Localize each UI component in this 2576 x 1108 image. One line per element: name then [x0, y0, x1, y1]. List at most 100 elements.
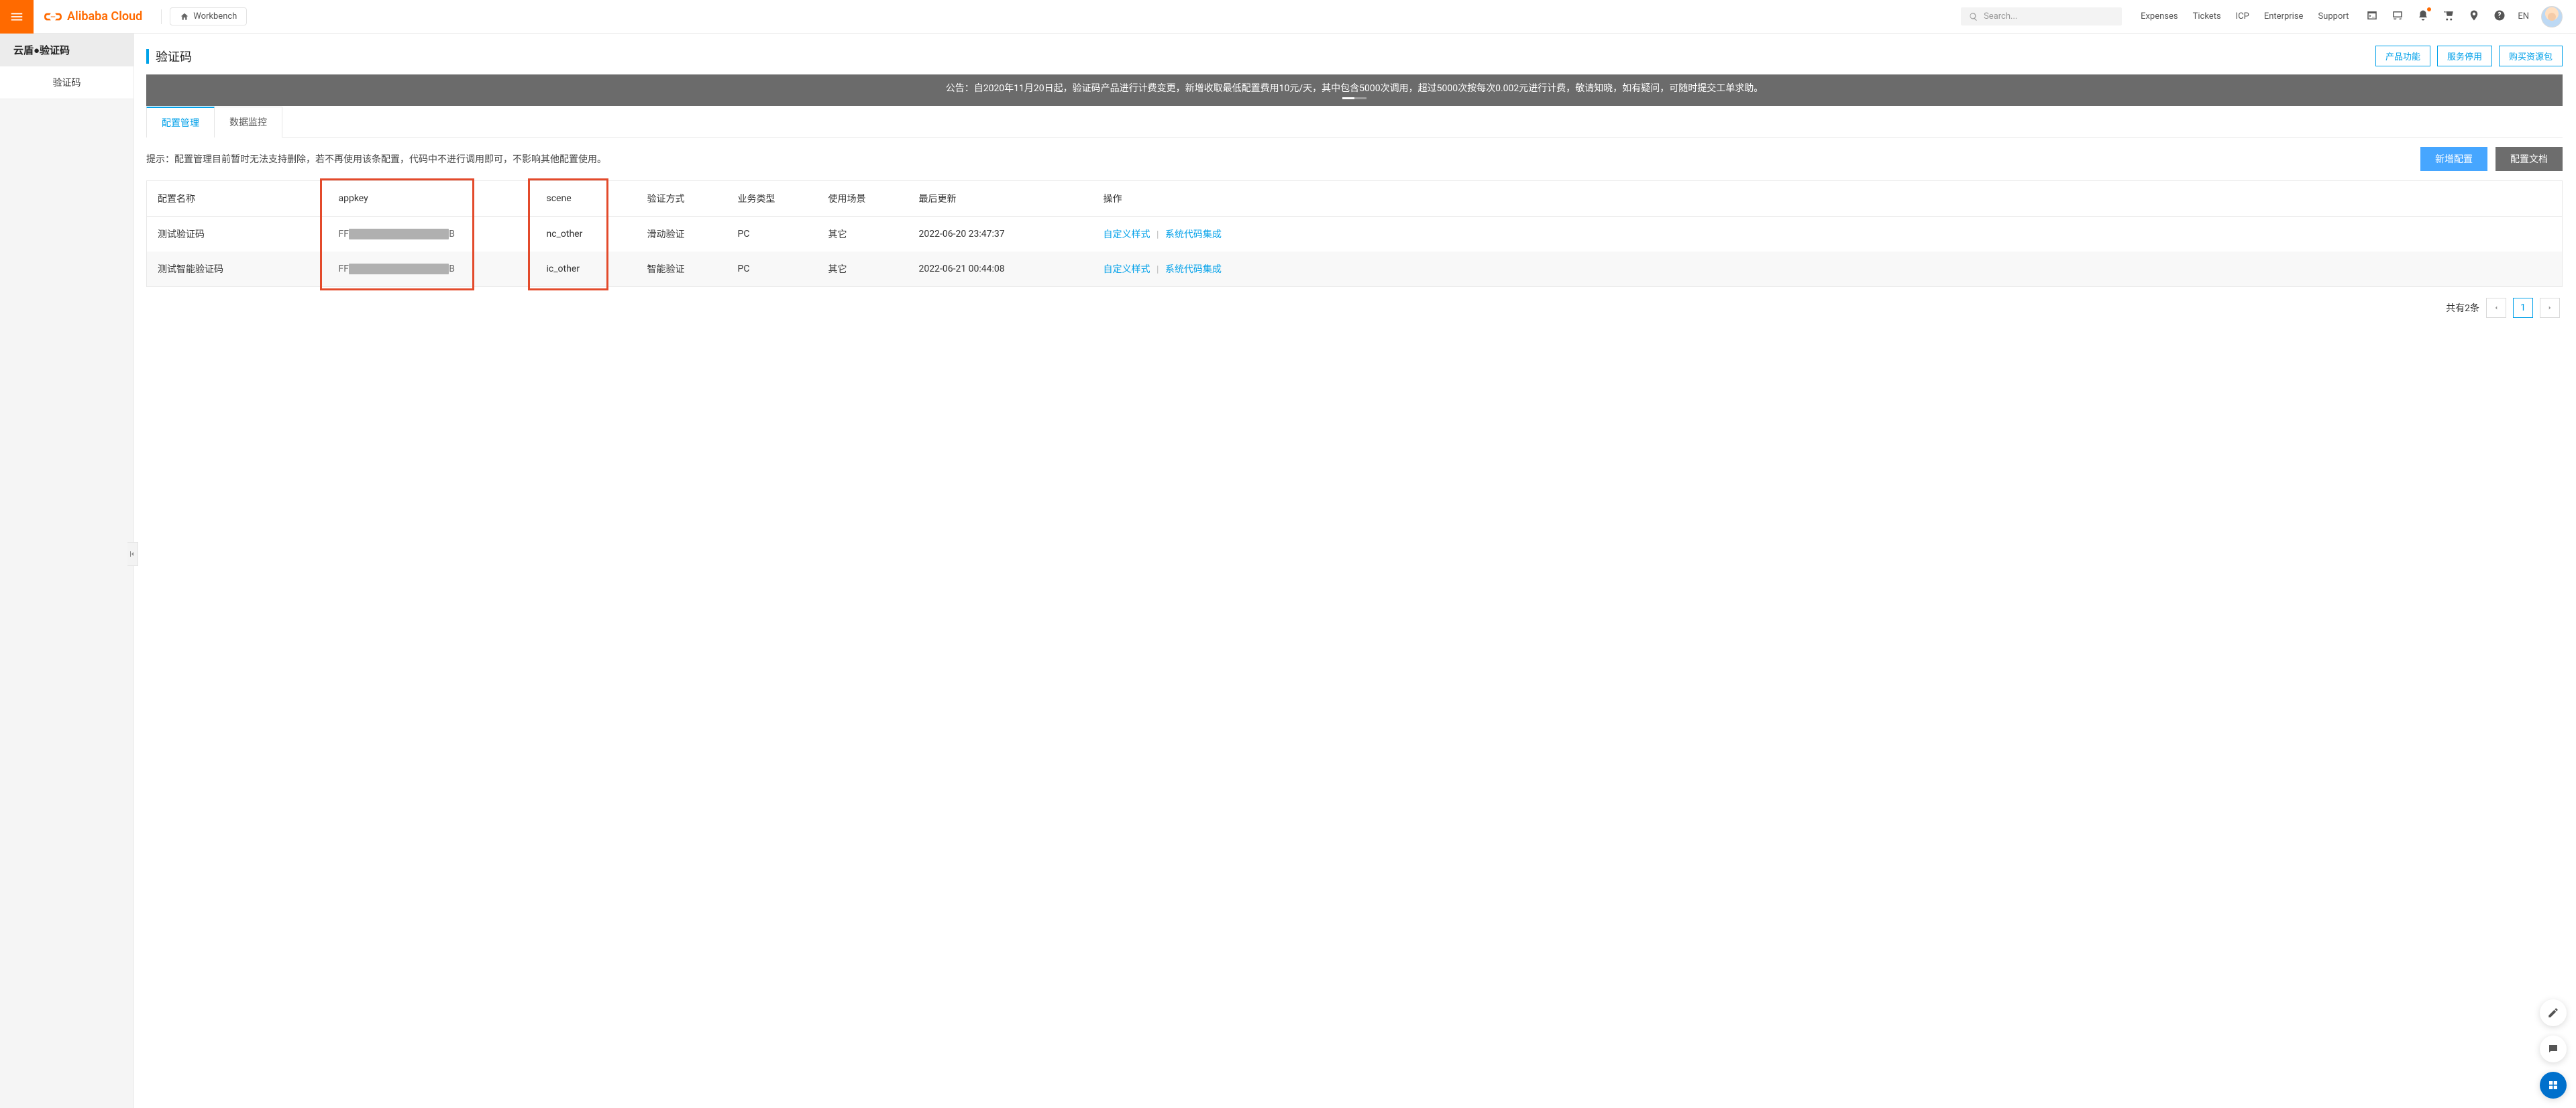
cloud-shell-button[interactable]: [2366, 9, 2378, 24]
app-shell: 云盾●验证码 验证码 验证码 产品功能 服务停用 购买资源包 公告：自2020年…: [0, 34, 2576, 1108]
announcement-scroll-indicator: [1342, 97, 1366, 99]
avatar[interactable]: [2541, 6, 2563, 27]
new-config-button[interactable]: 新增配置: [2420, 147, 2487, 171]
announcement-bar: 公告：自2020年11月20日起，验证码产品进行计费变更，新增收取最低配置费用1…: [146, 74, 2563, 106]
integrate-code-link[interactable]: 系统代码集成: [1165, 264, 1222, 275]
page-title-accent: [146, 49, 149, 64]
top-bar: Alibaba Cloud Workbench Search... Expens…: [0, 0, 2576, 34]
col-scene: scene: [536, 181, 637, 217]
buy-package-button[interactable]: 购买资源包: [2499, 46, 2563, 66]
workbench-label: Workbench: [193, 11, 237, 21]
home-icon: [180, 12, 189, 21]
page-header: 验证码 产品功能 服务停用 购买资源包: [146, 46, 2563, 66]
apps-button[interactable]: [2540, 1072, 2567, 1099]
help-icon: [2493, 9, 2506, 21]
cell-ops: 自定义样式 | 系统代码集成: [1093, 252, 2563, 287]
expenses-link[interactable]: Expenses: [2141, 11, 2178, 21]
cell-usage: 其它: [818, 252, 908, 287]
chat-button[interactable]: [2540, 1036, 2567, 1062]
ops-separator: |: [1152, 229, 1163, 240]
col-appkey: appkey: [328, 181, 536, 217]
cell-business: PC: [727, 252, 818, 287]
cell-name: 测试验证码: [147, 217, 328, 252]
announcement-text: 公告：自2020年11月20日起，验证码产品进行计费变更，新增收取最低配置费用1…: [946, 83, 1764, 94]
notification-button[interactable]: [2417, 9, 2429, 24]
search-input[interactable]: Search...: [1961, 7, 2122, 25]
sidebar-title: 云盾●验证码: [0, 34, 133, 66]
cell-ops: 自定义样式 | 系统代码集成: [1093, 217, 2563, 252]
appkey-suffix: B: [449, 264, 455, 274]
pager-page-1[interactable]: 1: [2513, 298, 2533, 318]
hint-row: 提示：配置管理目前暂时无法支持删除，若不再使用该条配置，代码中不进行调用即可，不…: [146, 137, 2563, 180]
chevron-left-icon: [2493, 304, 2500, 311]
stop-service-button[interactable]: 服务停用: [2437, 46, 2492, 66]
ops-separator: |: [1152, 264, 1163, 275]
table-row: 测试智能验证码 FFXXXXXXXXXXXXXXXXXB ic_other 智能…: [147, 252, 2563, 287]
col-usage: 使用场景: [818, 181, 908, 217]
cart-icon: [2443, 9, 2455, 21]
cell-appkey: FFXXXXXXXXXXXXXXXXXB: [328, 252, 536, 287]
tab-data-monitor[interactable]: 数据监控: [215, 107, 282, 137]
cell-updated: 2022-06-21 00:44:08: [908, 252, 1093, 287]
location-button[interactable]: [2468, 9, 2480, 24]
col-ops: 操作: [1093, 181, 2563, 217]
enterprise-link[interactable]: Enterprise: [2264, 11, 2304, 21]
pager-prev-button[interactable]: [2486, 298, 2506, 318]
floating-actions: [2540, 999, 2567, 1099]
hint-text: 提示：配置管理目前暂时无法支持删除，若不再使用该条配置，代码中不进行调用即可，不…: [146, 152, 606, 166]
screen-button[interactable]: [2392, 9, 2404, 24]
product-features-button[interactable]: 产品功能: [2375, 46, 2430, 66]
brand-name: Alibaba Cloud: [67, 9, 142, 23]
support-link[interactable]: Support: [2318, 11, 2349, 21]
sidebar-item-captcha[interactable]: 验证码: [0, 66, 133, 99]
cloud-shell-icon: [2366, 9, 2378, 21]
cell-scene: nc_other: [536, 217, 637, 252]
top-nav-links: Expenses Tickets ICP Enterprise Support: [2141, 11, 2349, 21]
alibaba-cloud-icon: [44, 8, 62, 25]
custom-style-link[interactable]: 自定义样式: [1104, 229, 1150, 240]
col-business: 业务类型: [727, 181, 818, 217]
hamburger-icon: [9, 9, 24, 24]
help-button[interactable]: [2493, 9, 2506, 24]
cell-name: 测试智能验证码: [147, 252, 328, 287]
table-row: 测试验证码 FFXXXXXXXXXXXXXXXXXB nc_other 滑动验证…: [147, 217, 2563, 252]
redaction-mask: XXXXXXXXXXXXXXXXX: [349, 264, 449, 274]
pager-next-button[interactable]: [2540, 298, 2560, 318]
cell-scene: ic_other: [536, 252, 637, 287]
notification-dot: [2427, 7, 2431, 11]
pager-total: 共有2条: [2446, 301, 2479, 315]
table-wrap: 配置名称 appkey scene 验证方式 业务类型 使用场景 最后更新 操作…: [146, 180, 2563, 287]
divider: [161, 9, 162, 24]
col-verify: 验证方式: [637, 181, 727, 217]
table-header-row: 配置名称 appkey scene 验证方式 业务类型 使用场景 最后更新 操作: [147, 181, 2563, 217]
custom-style-link[interactable]: 自定义样式: [1104, 264, 1150, 275]
location-icon: [2468, 9, 2480, 21]
tickets-link[interactable]: Tickets: [2193, 11, 2221, 21]
cart-button[interactable]: [2443, 9, 2455, 24]
col-name: 配置名称: [147, 181, 328, 217]
appkey-prefix: FF: [339, 264, 349, 274]
chat-icon: [2547, 1043, 2559, 1055]
icp-link[interactable]: ICP: [2236, 11, 2249, 21]
appkey-suffix: B: [449, 229, 455, 239]
feedback-button[interactable]: [2540, 999, 2567, 1026]
integrate-code-link[interactable]: 系统代码集成: [1165, 229, 1222, 240]
search-placeholder: Search...: [1984, 11, 2017, 21]
cell-business: PC: [727, 217, 818, 252]
menu-toggle-button[interactable]: [0, 0, 34, 34]
top-icon-group: [2366, 9, 2506, 24]
cell-usage: 其它: [818, 217, 908, 252]
brand-logo[interactable]: Alibaba Cloud: [34, 8, 153, 25]
config-table: 配置名称 appkey scene 验证方式 业务类型 使用场景 最后更新 操作…: [146, 180, 2563, 287]
page-title: 验证码: [156, 48, 192, 65]
cell-verify: 智能验证: [637, 252, 727, 287]
cell-updated: 2022-06-20 23:47:37: [908, 217, 1093, 252]
sidebar: 云盾●验证码 验证码: [0, 34, 134, 1108]
screen-icon: [2392, 9, 2404, 21]
tab-config-management[interactable]: 配置管理: [146, 107, 215, 137]
grid-icon: [2547, 1079, 2559, 1091]
config-docs-button[interactable]: 配置文档: [2496, 147, 2563, 171]
pagination: 共有2条 1: [146, 287, 2563, 329]
language-switcher[interactable]: EN: [2518, 11, 2529, 21]
workbench-button[interactable]: Workbench: [170, 7, 247, 25]
